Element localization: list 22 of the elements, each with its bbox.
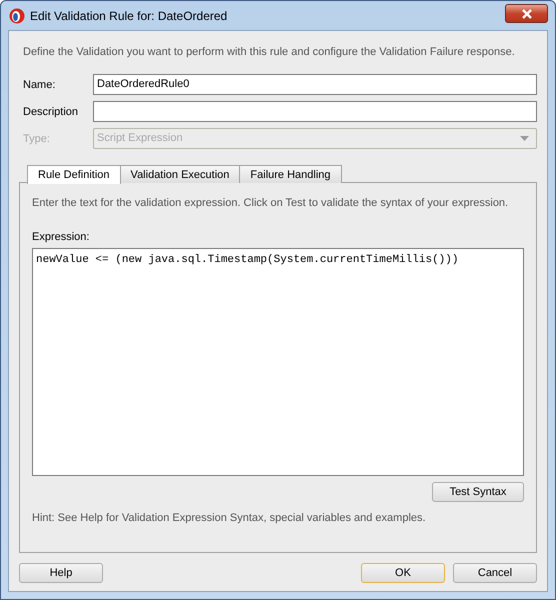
help-button[interactable]: Help — [19, 563, 103, 583]
dialog-button[interactable]: OK — [361, 563, 445, 583]
hint-text: Hint: See Help for Validation Expression Syntax, special variables and examples. — [32, 512, 427, 524]
app-logo-icon — [9, 8, 25, 24]
dialog-button[interactable]: Cancel — [453, 563, 537, 583]
expression-label: Expression: — [32, 231, 90, 243]
intro-text: Define the Validation you want to perform with this rule and configure the Validation Failure response. — [23, 46, 516, 58]
tab[interactable]: Validation Execution — [120, 165, 240, 183]
close-button[interactable] — [505, 4, 548, 23]
field-label: Name: — [23, 78, 56, 90]
test-syntax-button[interactable]: Test Syntax — [432, 482, 524, 502]
expression-field[interactable]: newValue <= (new java.sql.Timestamp(System.currentTimeMillis())) — [32, 248, 524, 476]
close-icon — [520, 8, 532, 18]
instruction-text: Enter the text for the validation expression. Click on Test to validate the syntax of your expression. — [32, 197, 510, 209]
tab[interactable]: Rule Definition — [27, 165, 121, 184]
window-title: Edit Validation Rule for: DateOrdered — [30, 8, 228, 22]
field-label: Description — [23, 106, 80, 118]
field-label: Type: — [23, 132, 51, 144]
text-field[interactable] — [93, 101, 537, 122]
caret-icon — [520, 136, 529, 141]
text-field[interactable]: DateOrderedRule0 — [93, 74, 537, 95]
tab[interactable]: Failure Handling — [239, 165, 342, 183]
